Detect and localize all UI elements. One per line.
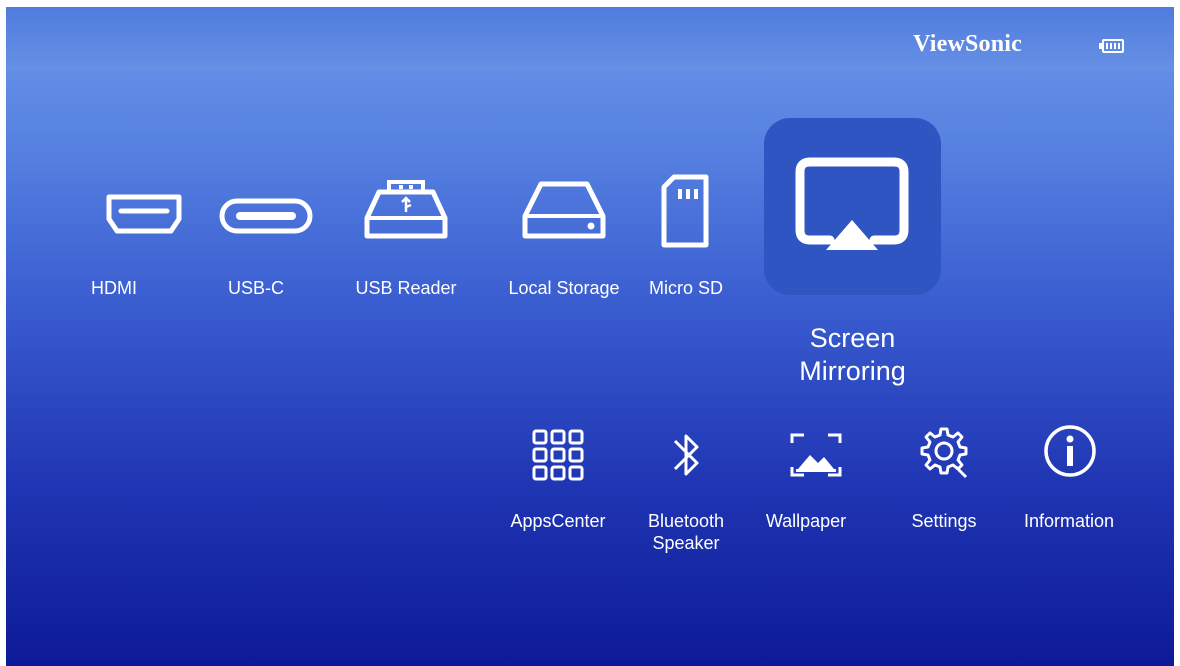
tool-wallpaper[interactable]: Wallpaper [756, 417, 876, 567]
tool-appscenter[interactable]: AppsCenter [496, 417, 620, 567]
tool-label: AppsCenter [510, 511, 606, 531]
source-label: USB Reader [355, 278, 457, 298]
screen-mirroring-icon [795, 157, 909, 250]
info-icon [1044, 425, 1096, 477]
screen-mirroring-tile[interactable] [764, 118, 941, 295]
tool-label: Settings [911, 511, 977, 531]
micro-sd-icon [661, 174, 709, 248]
tool-settings[interactable]: Settings [882, 417, 1006, 567]
screen-mirroring-label: Screen Mirroring [799, 323, 906, 386]
bluetooth-icon [673, 434, 699, 476]
usb-c-icon [219, 198, 313, 234]
source-label: Micro SD [648, 278, 723, 298]
launcher-screen: ViewSonic HDMI USB-C USB Reader Local St… [6, 7, 1174, 666]
source-usb-reader[interactable]: USB Reader [326, 172, 486, 307]
source-label: HDMI [91, 278, 137, 298]
tool-information[interactable]: Information [1010, 417, 1134, 567]
source-label: USB-C [227, 278, 284, 298]
usb-reader-icon [364, 180, 448, 239]
brand-logo: ViewSonic [913, 31, 1022, 57]
tool-label: Information [1023, 511, 1115, 531]
source-usb-c[interactable]: USB-C [186, 177, 346, 307]
source-micro-sd[interactable]: Micro SD [616, 167, 756, 307]
tool-label: Wallpaper [765, 511, 847, 531]
hdmi-icon [106, 194, 182, 234]
apps-grid-icon [532, 429, 584, 481]
top-bar: ViewSonic [6, 7, 1174, 71]
battery-icon [1099, 39, 1124, 53]
tool-bluetooth-speaker[interactable]: Bluetooth Speaker [630, 417, 744, 567]
tool-label: Bluetooth Speaker [647, 511, 725, 553]
wallpaper-icon [790, 433, 842, 477]
local-storage-icon [522, 181, 606, 239]
gear-icon [920, 427, 968, 479]
